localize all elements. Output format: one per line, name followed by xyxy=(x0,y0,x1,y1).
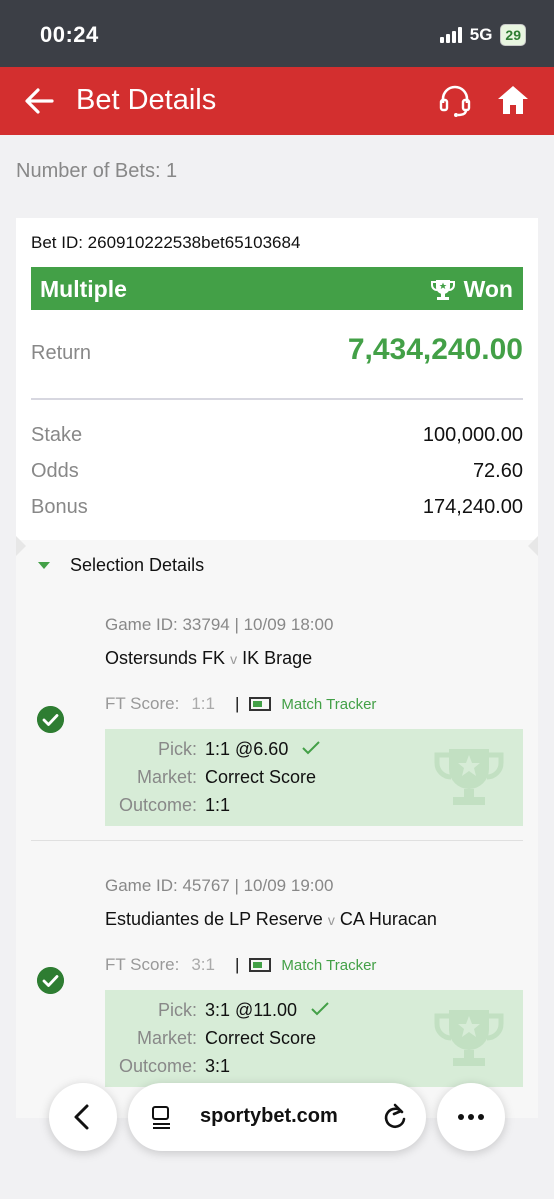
app-header: Bet Details xyxy=(0,67,554,135)
match-tracker-link[interactable]: Match Tracker xyxy=(281,696,376,713)
ft-score-row: FT Score: 3:1 | Match Tracker xyxy=(105,955,376,975)
status-right: 5G 29 xyxy=(439,24,526,46)
return-label: Return xyxy=(31,342,92,364)
pick-value: 1:1 @6.60 xyxy=(205,739,321,760)
battery-icon: 29 xyxy=(500,24,526,46)
bonus-value: 174,240.00 xyxy=(422,496,523,518)
chevron-left-icon xyxy=(74,1104,89,1130)
check-circle-icon xyxy=(37,706,64,733)
ticket-notch xyxy=(16,536,26,556)
status-time: 00:24 xyxy=(40,22,99,47)
signal-icon xyxy=(439,27,462,43)
odds-value: 72.60 xyxy=(472,460,523,482)
market-value: Correct Score xyxy=(205,1028,317,1048)
separator: | xyxy=(234,694,240,713)
match-tracker-icon[interactable] xyxy=(249,697,272,711)
selection-details-toggle[interactable]: Selection Details xyxy=(38,555,204,576)
ft-score-row: FT Score: 1:1 | Match Tracker xyxy=(105,694,376,714)
bonus-label: Bonus xyxy=(31,496,88,518)
bet-id: Bet ID: 260910222538bet65103684 xyxy=(31,233,301,252)
pick-box: Pick: 3:1 @11.00 Market: Correct Score O… xyxy=(105,990,523,1087)
pick-value-text: 3:1 @11.00 xyxy=(205,1000,298,1020)
market-label: Market: xyxy=(136,1028,197,1048)
trophy-icon xyxy=(434,1010,504,1066)
away-team: CA Huracan xyxy=(339,909,437,929)
ft-score-label: FT Score: xyxy=(105,694,180,713)
bet-banner: Multiple Won xyxy=(31,267,523,310)
match-teams: Ostersunds FK v IK Brage xyxy=(105,648,312,669)
match-tracker-link[interactable]: Match Tracker xyxy=(281,957,376,974)
pick-value: 3:1 @11.00 xyxy=(205,1000,330,1021)
match-teams: Estudiantes de LP Reserve v CA Huracan xyxy=(105,909,437,930)
return-value: 7,434,240.00 xyxy=(347,333,523,366)
ft-score-label: FT Score: xyxy=(105,955,180,974)
odds-label: Odds xyxy=(31,460,79,482)
battery-level: 29 xyxy=(505,27,521,43)
checkmark-icon xyxy=(302,741,321,755)
network-type: 5G xyxy=(469,25,493,44)
back-arrow-icon[interactable] xyxy=(22,84,56,118)
trophy-icon xyxy=(430,279,455,300)
stake-value: 100,000.00 xyxy=(422,424,523,446)
reload-icon[interactable] xyxy=(382,1103,408,1131)
pick-value-text: 1:1 @6.60 xyxy=(205,739,289,759)
outcome-label: Outcome: xyxy=(118,1056,197,1076)
caret-down-icon xyxy=(38,562,50,569)
bet-status: Won xyxy=(430,276,513,303)
tabs-icon[interactable] xyxy=(150,1105,174,1129)
browser-url-bar[interactable]: sportybet.com xyxy=(128,1083,426,1151)
headset-icon[interactable] xyxy=(438,83,472,119)
market-label: Market: xyxy=(136,767,197,787)
trophy-icon xyxy=(434,749,504,805)
divider xyxy=(31,840,523,841)
market-value: Correct Score xyxy=(205,767,317,787)
status-bar: 00:24 5G 29 xyxy=(0,0,554,67)
browser-more-button[interactable] xyxy=(437,1083,505,1151)
pick-label: Pick: xyxy=(157,739,197,759)
separator: | xyxy=(234,955,240,974)
versus: v xyxy=(327,912,335,928)
game-id: Game ID: 33794 | 10/09 18:00 xyxy=(105,615,334,634)
checkmark-icon xyxy=(311,1002,329,1016)
outcome-value: 1:1 xyxy=(205,795,231,815)
browser-back-button[interactable] xyxy=(49,1083,117,1151)
bet-card: Bet ID: 260910222538bet65103684 Multiple… xyxy=(16,218,538,1118)
stake-label: Stake xyxy=(31,424,83,446)
ft-score: 1:1 xyxy=(191,694,215,713)
page-title: Bet Details xyxy=(76,84,217,116)
game-id: Game ID: 45767 | 10/09 19:00 xyxy=(105,876,334,895)
pick-label: Pick: xyxy=(157,1000,197,1020)
outcome-label: Outcome: xyxy=(118,795,197,815)
ft-score: 3:1 xyxy=(191,955,215,974)
away-team: IK Brage xyxy=(242,648,313,668)
divider xyxy=(31,398,523,400)
home-team: Estudiantes de LP Reserve xyxy=(105,909,323,929)
outcome-value: 3:1 xyxy=(205,1056,231,1076)
home-team: Ostersunds FK xyxy=(105,648,226,668)
bet-type: Multiple xyxy=(40,276,127,302)
ticket-notch xyxy=(528,536,538,556)
versus: v xyxy=(230,651,238,667)
home-icon[interactable] xyxy=(496,83,530,117)
check-circle-icon xyxy=(37,967,64,994)
browser-url[interactable]: sportybet.com xyxy=(200,1105,338,1128)
number-of-bets: Number of Bets: 1 xyxy=(16,160,178,182)
match-tracker-icon[interactable] xyxy=(249,958,272,972)
bet-status-label: Won xyxy=(463,276,513,302)
pick-box: Pick: 1:1 @6.60 Market: Correct Score Ou… xyxy=(105,729,523,826)
selection-details-title: Selection Details xyxy=(70,555,205,575)
more-icon xyxy=(458,1114,484,1120)
